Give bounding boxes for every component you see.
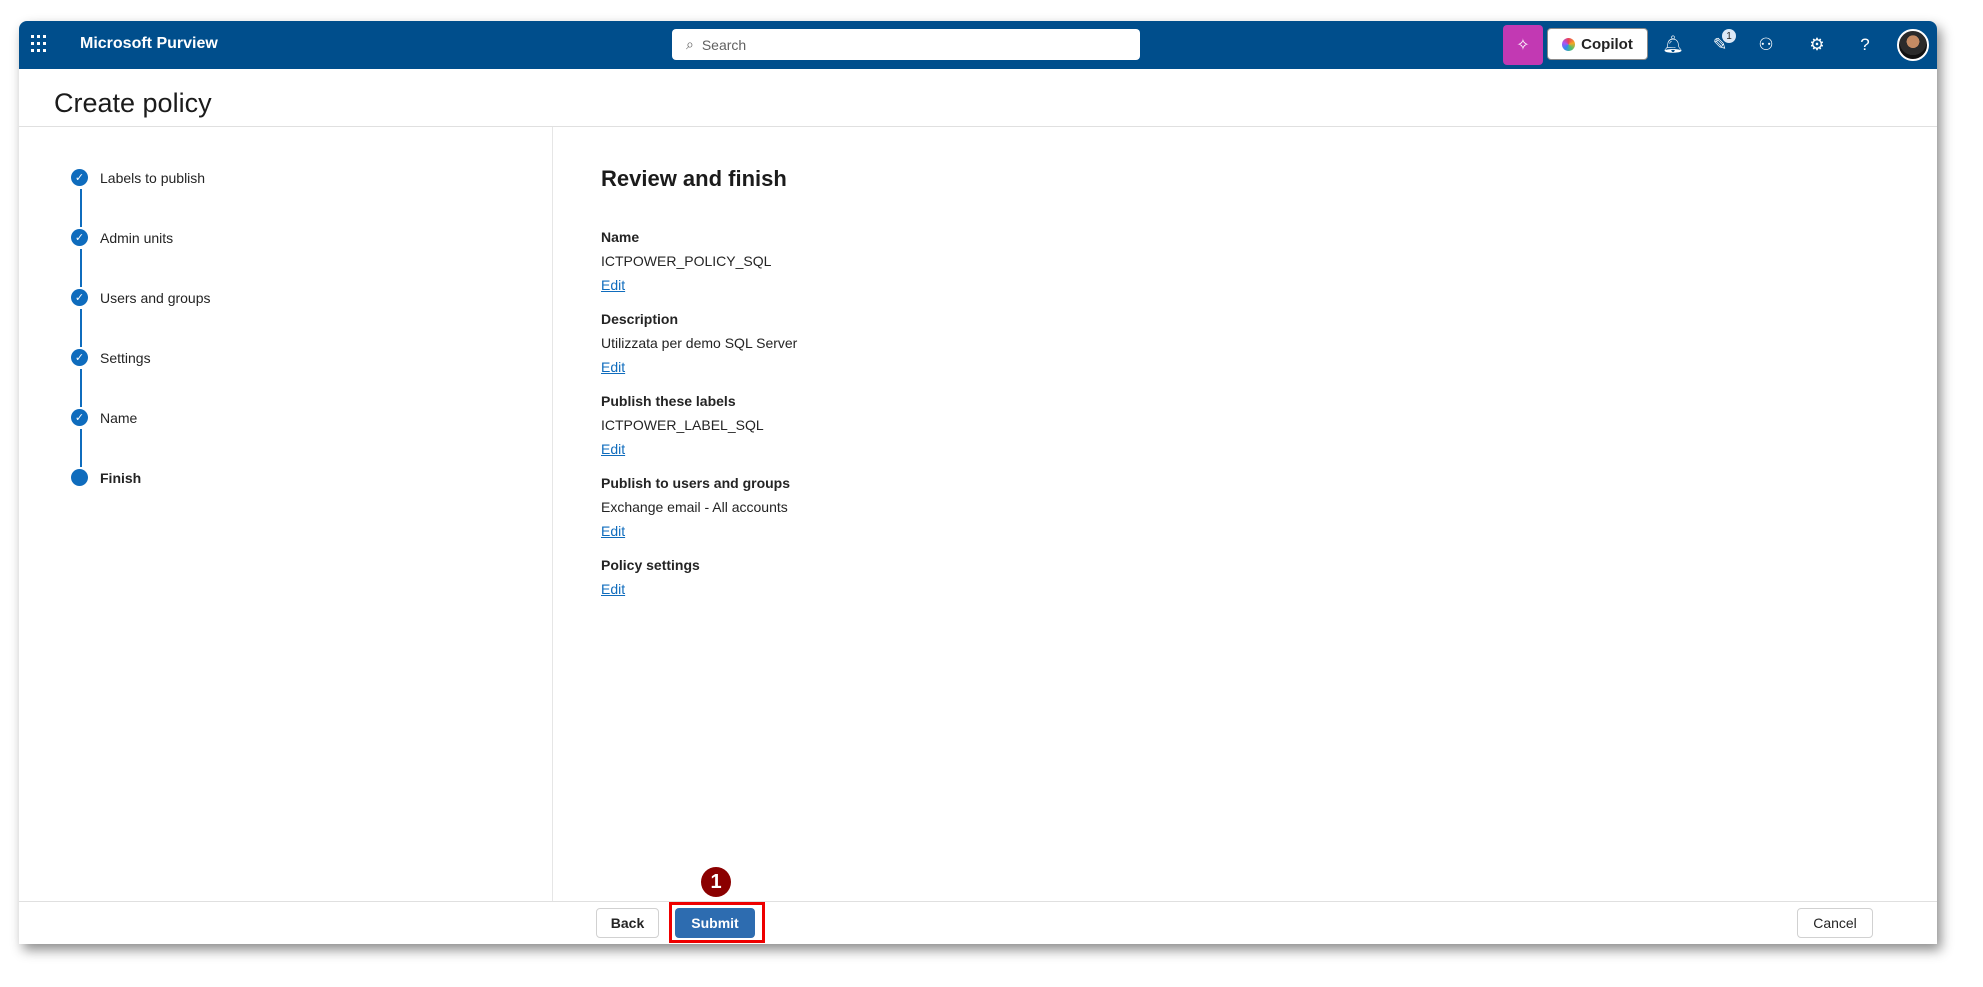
feedback-icon[interactable]: ✎ 1 [1700,21,1740,69]
edit-link[interactable]: Edit [601,355,797,379]
check-circle-icon: ✓ [71,349,88,366]
section-label: Description [601,311,679,327]
step-label: Settings [100,349,151,366]
copilot-label: Copilot [1581,35,1633,53]
step-label: Name [100,409,138,426]
app-window: Microsoft Purview ⌕ Search ✧ Copilot 🔔︎ ✎… [19,21,1937,944]
check-circle-icon: ✓ [71,229,88,246]
step-labels-to-publish[interactable]: ✓ Labels to publish [71,169,205,186]
step-connector [80,189,82,227]
section-label: Policy settings [601,557,700,573]
divider [19,126,1937,127]
edit-link[interactable]: Edit [601,519,790,543]
gear-icon[interactable]: ⚙ [1797,21,1837,69]
step-label: Labels to publish [100,169,206,186]
copilot-icon [1562,37,1576,51]
footer-bar: Back Submit Cancel [19,901,1937,944]
step-connector [80,309,82,347]
current-step-icon [71,469,88,486]
check-circle-icon: ✓ [71,289,88,306]
app-launcher-icon[interactable] [31,35,49,53]
help-icon[interactable]: ? [1845,21,1885,69]
bell-icon[interactable]: 🔔︎ [1653,21,1693,69]
edit-link[interactable]: Edit [601,437,764,461]
edit-link[interactable]: Edit [601,577,700,601]
app-name[interactable]: Microsoft Purview [80,35,218,53]
check-circle-icon: ✓ [71,409,88,426]
community-icon[interactable]: ⚇ [1746,21,1786,69]
review-section: Publish to users and groups Exchange emai… [601,471,790,543]
step-name[interactable]: ✓ Name [71,409,137,426]
step-admin-units[interactable]: ✓ Admin units [71,229,173,246]
submit-button[interactable]: Submit [675,908,755,938]
review-section: Policy settings Edit [601,553,700,601]
step-finish[interactable]: Finish [71,469,141,486]
step-connector [80,249,82,287]
section-title: Review and finish [601,166,787,191]
section-value: ICTPOWER_LABEL_SQL [601,417,764,433]
section-label: Name [601,229,640,245]
step-label: Finish [100,469,142,486]
avatar[interactable] [1897,29,1929,61]
search-input[interactable]: ⌕ Search [672,29,1140,60]
top-bar: Microsoft Purview ⌕ Search ✧ Copilot 🔔︎ ✎… [19,21,1937,69]
search-icon: ⌕ [686,36,694,52]
step-users-and-groups[interactable]: ✓ Users and groups [71,289,211,306]
back-button[interactable]: Back [596,908,659,938]
annotation-marker: 1 [701,867,731,897]
check-circle-icon: ✓ [71,169,88,186]
section-value: ICTPOWER_POLICY_SQL [601,253,772,269]
section-value: Exchange email - All accounts [601,499,788,515]
edit-link[interactable]: Edit [601,273,771,297]
section-label: Publish these labels [601,393,736,409]
step-connector [80,369,82,407]
section-value: Utilizzata per demo SQL Server [601,335,798,351]
review-section: Description Utilizzata per demo SQL Serve… [601,307,797,379]
page-title: Create policy [54,88,212,118]
search-placeholder: Search [701,36,747,53]
section-label: Publish to users and groups [601,475,791,491]
notification-badge: 1 [1722,29,1736,43]
step-connector [80,429,82,467]
step-label: Users and groups [100,289,211,306]
step-settings[interactable]: ✓ Settings [71,349,151,366]
review-section: Publish these labels ICTPOWER_LABEL_SQL Ed… [601,389,764,461]
cancel-button[interactable]: Cancel [1797,908,1873,938]
step-label: Admin units [100,229,174,246]
copilot-button[interactable]: Copilot [1547,28,1648,60]
rocket-icon[interactable]: ✧ [1503,25,1543,65]
divider [552,127,553,901]
review-section: Name ICTPOWER_POLICY_SQL Edit [601,225,771,297]
